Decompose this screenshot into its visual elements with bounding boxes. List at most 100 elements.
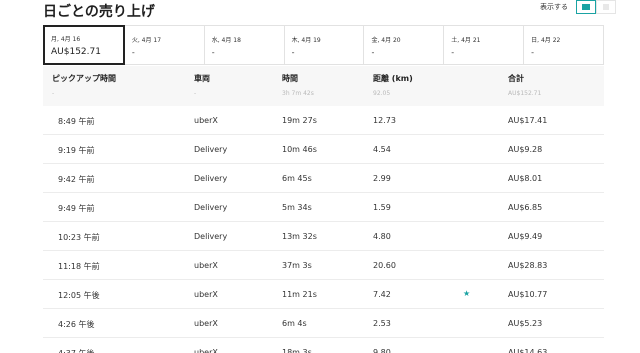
view-toggle: 表示する bbox=[540, 0, 616, 14]
column-vehicle[interactable]: 車両 - bbox=[194, 73, 210, 97]
day-tab-sun[interactable]: 日, 4月 22 - bbox=[524, 26, 603, 64]
cell-distance: 4.80 bbox=[373, 232, 391, 241]
day-label: 土, 4月 21 bbox=[451, 37, 481, 44]
cell-vehicle: Delivery bbox=[194, 145, 228, 154]
cell-distance: 4.54 bbox=[373, 145, 391, 154]
day-earnings: - bbox=[291, 48, 295, 57]
cell-duration: 19m 27s bbox=[282, 116, 317, 125]
cell-distance: 9.80 bbox=[373, 348, 391, 353]
cell-vehicle: Delivery bbox=[194, 232, 228, 241]
table-row[interactable]: 4:37 午後 uberX 18m 3s 9.80 AU$14.63 bbox=[43, 338, 604, 353]
cell-total: AU$14.63 bbox=[508, 348, 548, 353]
cell-vehicle: uberX bbox=[194, 319, 218, 328]
table-row[interactable]: 10:23 午前 Delivery 13m 32s 4.80 AU$9.49 bbox=[43, 222, 604, 251]
day-label: 日, 4月 22 bbox=[531, 37, 561, 44]
cell-duration: 10m 46s bbox=[282, 145, 317, 154]
cell-duration: 6m 45s bbox=[282, 174, 312, 183]
day-selector: 月, 4月 16 AU$152.71 火, 4月 17 - 水, 4月 18 -… bbox=[43, 25, 604, 65]
cell-total: AU$8.01 bbox=[508, 174, 543, 183]
table-header: ピックアップ時間 - 車両 - 時間 3h 7m 42s 距離 (km) 92.… bbox=[43, 66, 604, 106]
column-distance[interactable]: 距離 (km) 92.05 bbox=[373, 73, 413, 97]
day-label: 木, 4月 19 bbox=[291, 37, 321, 44]
day-earnings: - bbox=[211, 48, 215, 57]
cell-duration: 6m 4s bbox=[282, 319, 307, 328]
grid-icon bbox=[603, 4, 609, 10]
view-label: 表示する bbox=[540, 3, 568, 11]
table-row[interactable]: 9:42 午前 Delivery 6m 45s 2.99 AU$8.01 bbox=[43, 164, 604, 193]
cell-time: 9:49 午前 bbox=[58, 204, 95, 213]
column-label: 車両 bbox=[194, 74, 210, 83]
cell-vehicle: uberX bbox=[194, 116, 218, 125]
cell-distance: 2.53 bbox=[373, 319, 391, 328]
column-summary: - bbox=[52, 90, 55, 97]
cell-duration: 5m 34s bbox=[282, 203, 312, 212]
cell-duration: 11m 21s bbox=[282, 290, 317, 299]
column-total[interactable]: 合計 AU$152.71 bbox=[508, 73, 541, 97]
cell-distance: 7.42 bbox=[373, 290, 391, 299]
day-tab-tue[interactable]: 火, 4月 17 - bbox=[125, 26, 205, 64]
day-label: 水, 4月 18 bbox=[211, 37, 241, 44]
table-row[interactable]: 9:49 午前 Delivery 5m 34s 1.59 AU$6.85 bbox=[43, 193, 604, 222]
day-tab-thu[interactable]: 木, 4月 19 - bbox=[285, 26, 365, 64]
cell-vehicle: Delivery bbox=[194, 203, 228, 212]
cell-duration: 18m 3s bbox=[282, 348, 312, 353]
cell-time: 9:42 午前 bbox=[58, 175, 95, 184]
cell-total: AU$9.49 bbox=[508, 232, 543, 241]
column-label: 時間 bbox=[282, 74, 298, 83]
cell-time: 12:05 午後 bbox=[58, 291, 100, 300]
list-view-button[interactable] bbox=[576, 0, 596, 14]
cell-vehicle: uberX bbox=[194, 348, 218, 353]
table-row[interactable]: 4:26 午後 uberX 6m 4s 2.53 AU$5.23 bbox=[43, 309, 604, 338]
cell-total: AU$5.23 bbox=[508, 319, 543, 328]
column-label: 合計 bbox=[508, 74, 524, 83]
cell-total: AU$9.28 bbox=[508, 145, 543, 154]
day-earnings: - bbox=[371, 48, 375, 57]
day-tab-wed[interactable]: 水, 4月 18 - bbox=[205, 26, 285, 64]
cell-time: 4:26 午後 bbox=[58, 320, 95, 329]
cell-vehicle: uberX bbox=[194, 261, 218, 270]
cell-total: AU$17.41 bbox=[508, 116, 548, 125]
list-icon bbox=[582, 4, 590, 10]
cell-distance: 12.73 bbox=[373, 116, 396, 125]
cell-distance: 1.59 bbox=[373, 203, 391, 212]
day-tab-sat[interactable]: 土, 4月 21 - bbox=[444, 26, 525, 64]
cell-time: 4:37 午後 bbox=[58, 348, 95, 353]
cell-total: AU$28.83 bbox=[508, 261, 548, 270]
cell-total: AU$6.85 bbox=[508, 203, 543, 212]
column-pickup-time[interactable]: ピックアップ時間 - bbox=[52, 73, 116, 97]
day-earnings: - bbox=[531, 48, 535, 57]
cell-time: 9:19 午前 bbox=[58, 146, 95, 155]
column-summary: AU$152.71 bbox=[508, 90, 542, 97]
day-tab-fri[interactable]: 金, 4月 20 - bbox=[364, 26, 445, 64]
cell-vehicle: Delivery bbox=[194, 174, 228, 183]
day-label: 金, 4月 20 bbox=[371, 37, 401, 44]
cell-time: 11:18 午前 bbox=[58, 262, 100, 271]
trip-table-body: 8:49 午前 uberX 19m 27s 12.73 AU$17.41 9:19 午前 D… bbox=[43, 106, 604, 353]
day-earnings: - bbox=[451, 48, 455, 57]
star-icon: ★ bbox=[463, 289, 471, 298]
table-row[interactable]: 11:18 午前 uberX 37m 3s 20.60 AU$28.83 bbox=[43, 251, 604, 280]
cell-vehicle: uberX bbox=[194, 290, 218, 299]
cell-distance: 20.60 bbox=[373, 261, 396, 270]
cell-time: 10:23 午前 bbox=[58, 233, 100, 242]
cell-duration: 13m 32s bbox=[282, 232, 317, 241]
day-label: 月, 4月 16 bbox=[51, 36, 81, 43]
table-row[interactable]: 8:49 午前 uberX 19m 27s 12.73 AU$17.41 bbox=[43, 106, 604, 135]
column-summary: 92.05 bbox=[373, 90, 391, 97]
cell-distance: 2.99 bbox=[373, 174, 391, 183]
table-row[interactable]: 9:19 午前 Delivery 10m 46s 4.54 AU$9.28 bbox=[43, 135, 604, 164]
column-label: 距離 (km) bbox=[373, 74, 413, 83]
cell-time: 8:49 午前 bbox=[58, 117, 95, 126]
column-summary: - bbox=[194, 90, 197, 97]
page-title: 日ごとの売り上げ bbox=[43, 4, 155, 20]
cell-total: AU$10.77 bbox=[508, 290, 548, 299]
day-earnings: - bbox=[131, 48, 135, 57]
column-duration[interactable]: 時間 3h 7m 42s bbox=[282, 73, 314, 97]
column-summary: 3h 7m 42s bbox=[282, 90, 314, 97]
column-label: ピックアップ時間 bbox=[52, 74, 116, 83]
table-row[interactable]: 12:05 午後 uberX 11m 21s 7.42 AU$10.77 ★ bbox=[43, 280, 604, 309]
grid-view-button[interactable] bbox=[596, 0, 616, 14]
day-label: 火, 4月 17 bbox=[131, 37, 162, 44]
cell-duration: 37m 3s bbox=[282, 261, 312, 270]
day-tab-mon[interactable]: 月, 4月 16 AU$152.71 bbox=[43, 25, 125, 65]
